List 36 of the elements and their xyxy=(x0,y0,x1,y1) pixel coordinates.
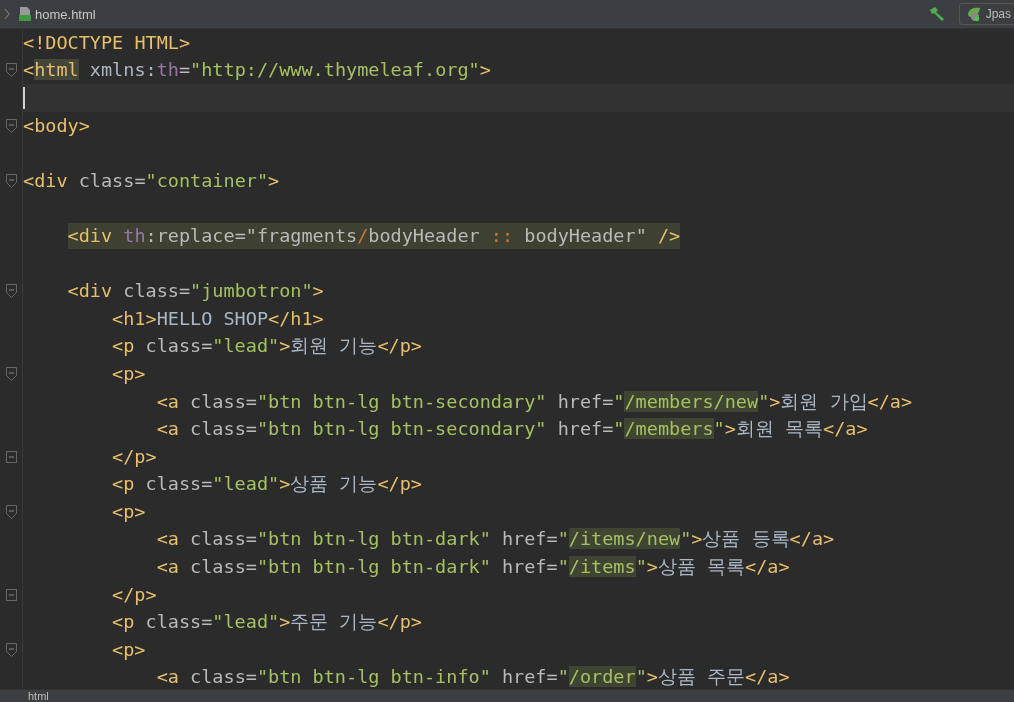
run-config-button[interactable]: Jpas xyxy=(958,3,1014,25)
fold-icon[interactable] xyxy=(5,284,17,299)
code-line: <a class="btn btn-lg btn-secondary" href="/members">회원 목록</a> xyxy=(156,417,868,442)
leaf-gear-icon xyxy=(965,6,982,22)
code-line: <a class="btn btn-lg btn-dark" href="/items/new">상품 등록</a> xyxy=(156,527,835,552)
code-line: <p> xyxy=(112,361,146,386)
fold-icon[interactable] xyxy=(5,504,17,519)
fold-icon[interactable] xyxy=(5,588,17,601)
code-line: </p> xyxy=(112,582,157,607)
code-line: <div class="container"> xyxy=(23,168,280,193)
fold-icon[interactable] xyxy=(5,450,17,463)
hammer-icon[interactable] xyxy=(928,7,945,21)
code-line: <p class="lead">회원 기능</p> xyxy=(112,334,422,359)
fold-icon[interactable] xyxy=(5,118,17,133)
code-line: <p> xyxy=(112,499,146,524)
code-line: <body> xyxy=(23,113,90,138)
html-file-icon xyxy=(18,6,32,22)
code-line: <div class="jumbotron"> xyxy=(67,279,324,304)
fold-icon[interactable] xyxy=(5,366,17,381)
code-line: </p> xyxy=(112,444,157,469)
code-line: <a class="btn btn-lg btn-info" href="/order">상품 주문</a> xyxy=(156,665,790,690)
code-line: <h1>HELLO SHOP</h1> xyxy=(112,306,324,331)
editor-tab[interactable]: home.html xyxy=(16,0,104,28)
chevron-icon[interactable] xyxy=(4,8,10,20)
breadcrumb-item[interactable]: html xyxy=(28,690,49,702)
text-cursor xyxy=(23,87,25,109)
fold-icon[interactable] xyxy=(5,63,17,78)
fold-icon[interactable] xyxy=(5,642,17,657)
code-line: <!DOCTYPE HTML> xyxy=(23,30,191,55)
code-line: <a class="btn btn-lg btn-dark" href="/items">상품 목록</a> xyxy=(156,555,790,580)
fold-icon[interactable] xyxy=(5,173,17,188)
code-line: <p> xyxy=(112,637,146,662)
code-line: <p class="lead">상품 기능</p> xyxy=(112,472,422,497)
code-line: <p class="lead">주문 기능</p> xyxy=(112,610,422,635)
code-line: <a class="btn btn-lg btn-secondary" href="/members/new">회원 가입</a> xyxy=(156,389,913,414)
code-line: <html xmlns:th="http://www.thymeleaf.org"> xyxy=(23,58,491,83)
